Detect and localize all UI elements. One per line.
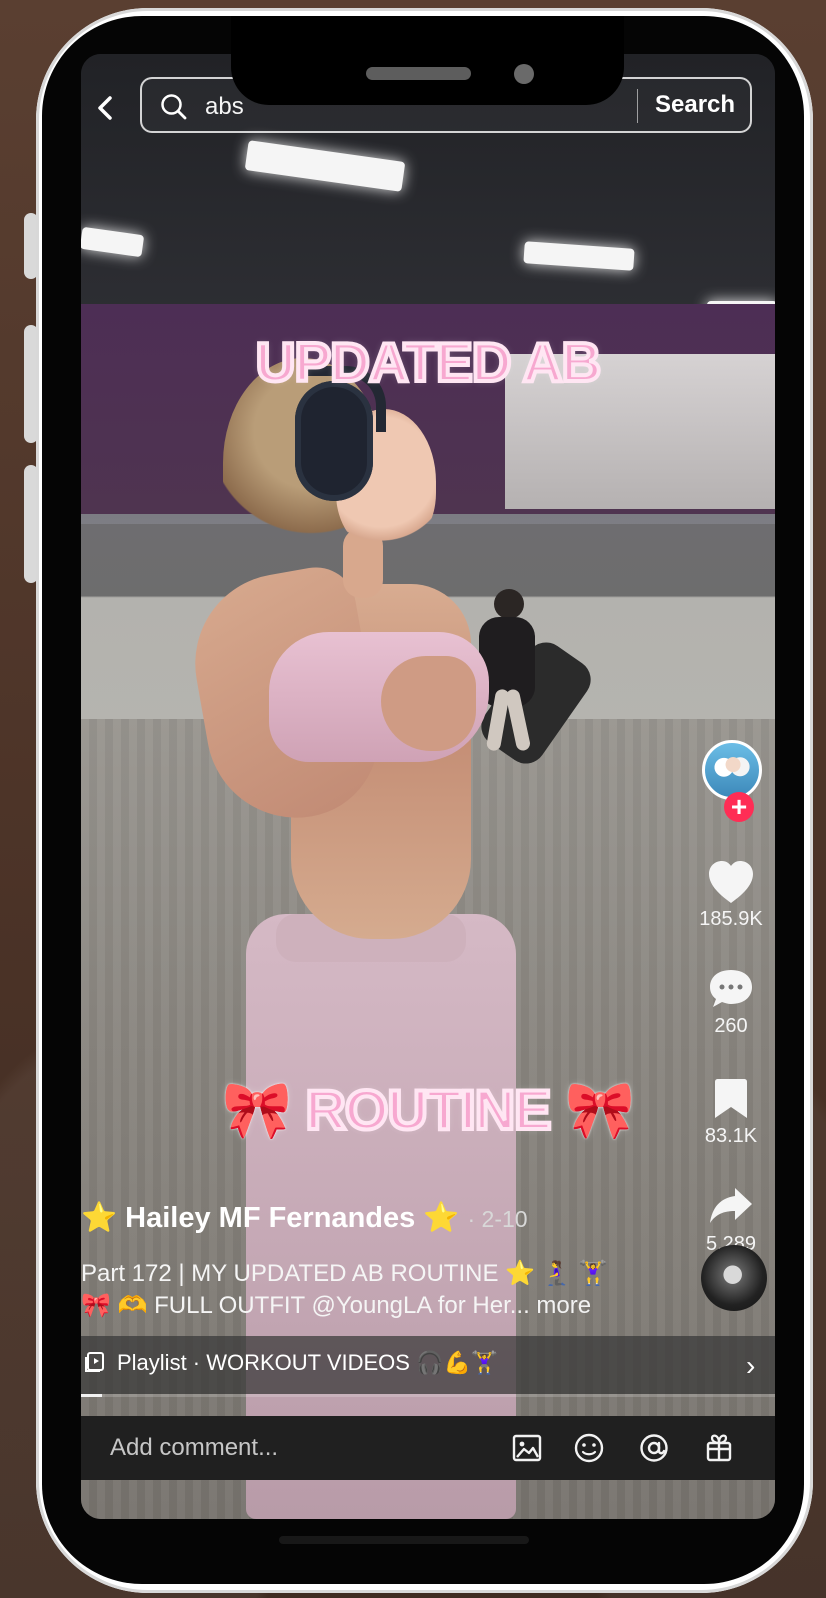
tiktok-video-screen: UPDATED AB 🎀 ROUTINE 🎀 abs Search + 185.… [81, 54, 775, 1519]
hand [381, 656, 476, 751]
image-icon[interactable] [509, 1430, 545, 1466]
right-action-rail: + 185.9K 260 83.1K 5,289 [687, 684, 775, 1304]
search-divider [637, 89, 638, 123]
background-person-head [494, 589, 524, 619]
comment-count: 260 [714, 1015, 748, 1037]
emoji-icon[interactable] [571, 1430, 607, 1466]
at-icon[interactable] [636, 1430, 672, 1466]
search-query[interactable]: abs [205, 93, 244, 121]
video-overlay-bottom: 🎀 ROUTINE 🎀 [220, 1076, 637, 1143]
search-icon [161, 94, 187, 120]
playlist-icon [85, 1352, 104, 1372]
post-date: · 2-10 [467, 1206, 528, 1232]
speaker-grille [366, 67, 471, 80]
home-indicator [279, 1536, 529, 1544]
gift-icon[interactable] [701, 1430, 737, 1466]
back-icon[interactable] [93, 95, 119, 121]
caption-line-2-text: 🎀 🫶 FULL OUTFIT @YoungLA for Her... [81, 1292, 530, 1319]
search-button[interactable]: Search [655, 91, 735, 119]
phone-notch [231, 16, 624, 105]
video-progress-track[interactable] [81, 1394, 775, 1397]
music-thumbnail[interactable] [701, 1245, 767, 1311]
caption-line-1: Part 172 | MY UPDATED AB ROUTINE ⭐ 🧎‍♀️ … [81, 1260, 609, 1287]
comment-bar [81, 1416, 775, 1480]
comment-icon [710, 970, 752, 1007]
heart-icon [709, 861, 753, 903]
comment-input[interactable] [81, 1416, 481, 1480]
caption-line-2: 🎀 🫶 FULL OUTFIT @YoungLA for Her... more [81, 1291, 641, 1320]
bookmark-action[interactable]: 83.1K [687, 1076, 775, 1148]
headphones [295, 381, 373, 501]
caption-more-link[interactable]: more [536, 1292, 591, 1319]
front-camera [514, 64, 534, 84]
follow-plus-icon[interactable]: + [724, 792, 754, 822]
bookmark-icon [715, 1079, 747, 1118]
video-overlay-top: UPDATED AB [254, 329, 603, 395]
creator-row: ⭐ Hailey MF Fernandes ⭐ · 2-10 [81, 1201, 641, 1235]
comment-action[interactable]: 260 [687, 966, 775, 1038]
share-icon [710, 1188, 752, 1223]
playlist-label: Playlist · WORKOUT VIDEOS 🎧💪🏋️‍♀️ [117, 1350, 499, 1375]
chevron-right-icon: › [746, 1350, 756, 1381]
like-count: 185.9K [699, 908, 763, 930]
bookmark-count: 83.1K [704, 1125, 758, 1147]
video-progress-fill [81, 1394, 102, 1397]
playlist-bar[interactable]: Playlist · WORKOUT VIDEOS 🎧💪🏋️‍♀️ › [81, 1336, 775, 1394]
creator-name[interactable]: ⭐ Hailey MF Fernandes ⭐ [81, 1202, 459, 1234]
like-action[interactable]: 185.9K [687, 859, 775, 931]
